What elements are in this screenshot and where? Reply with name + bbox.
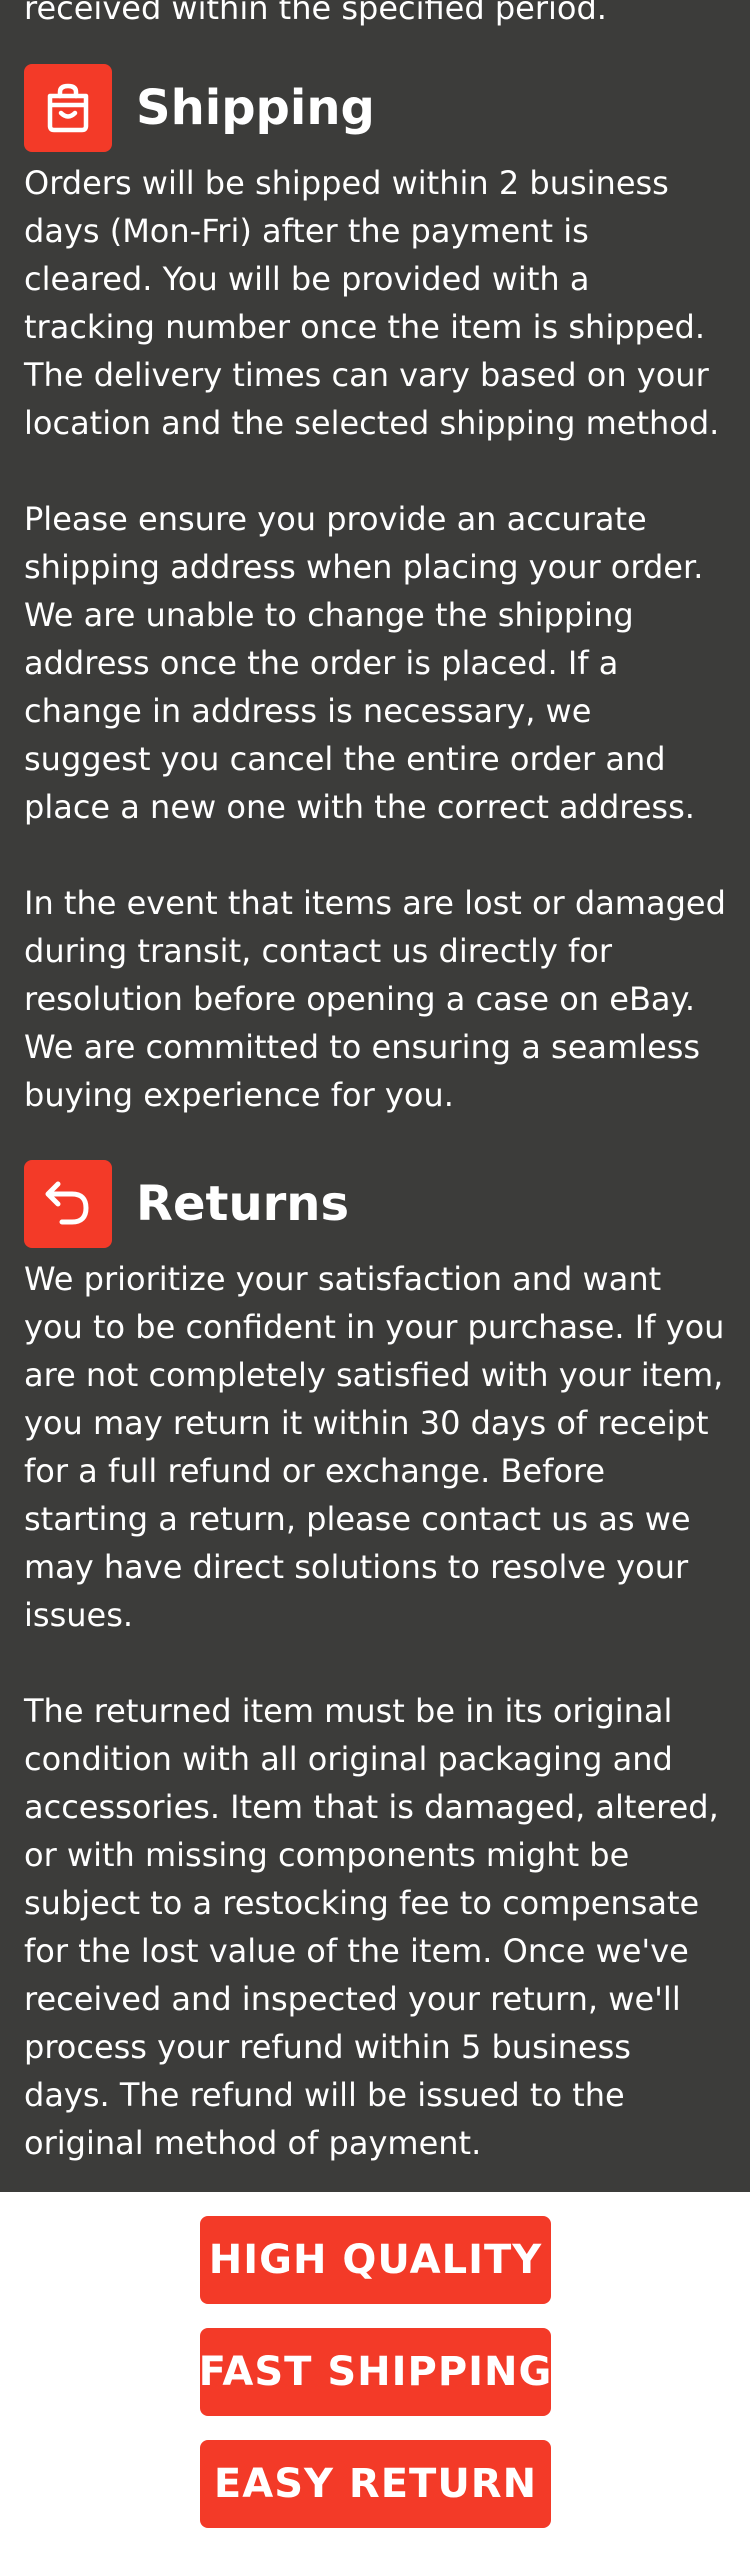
returns-paragraph-2: The returned item must be in its origina…	[24, 1692, 719, 2162]
shipping-paragraph-3: In the event that items are lost or dama…	[24, 884, 726, 1114]
shipping-paragraph-2: Please ensure you provide an accurate sh…	[24, 500, 704, 826]
shipping-header: Shipping	[24, 64, 375, 152]
shipping-paragraph-1: Orders will be shipped within 2 business…	[24, 164, 720, 442]
returns-paragraph-1: We prioritize your satisfaction and want…	[24, 1260, 725, 1634]
return-arrow-icon	[24, 1160, 112, 1248]
shipping-title: Shipping	[136, 80, 375, 136]
fast-shipping-badge[interactable]: FAST SHIPPING	[199, 2328, 551, 2416]
policy-panel: received within the specified period. Sh…	[0, 0, 750, 2192]
badge-area: HIGH QUALITY FAST SHIPPING EASY RETURN	[0, 2192, 750, 2550]
returns-header: Returns	[24, 1160, 349, 1248]
shopping-bag-icon	[24, 64, 112, 152]
easy-return-badge[interactable]: EASY RETURN	[200, 2440, 551, 2528]
intro-cutoff-text: received within the specified period.	[24, 0, 607, 27]
high-quality-badge[interactable]: HIGH QUALITY	[200, 2216, 551, 2304]
returns-title: Returns	[136, 1176, 350, 1232]
